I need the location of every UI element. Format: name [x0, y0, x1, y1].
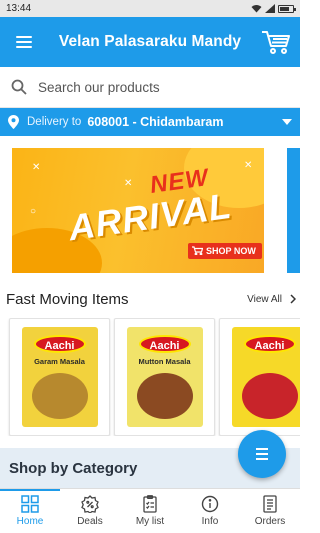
location-pin-icon	[8, 115, 19, 129]
chevron-down-icon	[274, 119, 300, 125]
hamburger-menu-icon	[16, 36, 32, 38]
cart-button[interactable]	[252, 17, 300, 67]
info-icon	[201, 495, 219, 513]
spice-photo	[31, 373, 88, 419]
product-brand: Aachi	[33, 335, 86, 353]
fast-moving-products: Aachi Garam Masala Aachi Mutton Masala A…	[0, 318, 300, 436]
sparkle-icon: ✕	[244, 160, 253, 171]
search-icon	[0, 79, 38, 95]
app-title: Velan Palasaraku Mandy	[58, 33, 242, 50]
product-name: Garam Masala	[34, 357, 85, 366]
delivery-location-bar[interactable]: Delivery to 608001 - Chidambaram	[0, 108, 300, 136]
nav-my-list-label: My list	[135, 516, 165, 527]
product-brand: Aachi	[138, 335, 191, 353]
product-image: Aachi Garam Masala	[21, 327, 98, 427]
battery-icon	[278, 4, 296, 13]
deals-badge-icon	[81, 495, 99, 513]
cart-icon	[192, 246, 203, 255]
sparkle-icon: ✕	[124, 178, 133, 189]
shop-now-label: SHOP NOW	[206, 246, 256, 256]
delivery-location: 608001 - Chidambaram	[87, 115, 224, 129]
status-bar: 13:44	[0, 0, 300, 17]
status-icons	[251, 4, 296, 13]
nav-info-label: Info	[201, 516, 219, 527]
signal-icon	[265, 4, 275, 13]
chevron-right-icon	[290, 294, 296, 304]
product-name: Mutton Masala	[138, 357, 191, 366]
delivery-prefix: Delivery to	[27, 116, 82, 128]
nav-deals-label: Deals	[77, 516, 103, 527]
grid-icon	[21, 495, 39, 513]
product-image: Aachi	[231, 327, 300, 427]
product-image: Aachi Mutton Masala	[126, 327, 203, 427]
banner-headline-arrival: ARRIVAL	[65, 184, 235, 249]
product-card[interactable]: Aachi Mutton Masala	[114, 318, 215, 436]
nav-home[interactable]: Home	[0, 489, 60, 533]
shop-by-category-title: Shop by Category	[9, 459, 138, 477]
nav-my-list[interactable]: My list	[120, 489, 180, 533]
shopping-cart-icon	[262, 31, 290, 54]
chilli-photo	[241, 373, 298, 419]
menu-button[interactable]	[0, 17, 48, 67]
nav-info[interactable]: Info	[180, 489, 240, 533]
wifi-icon	[251, 5, 262, 13]
app-bar: Velan Palasaraku Mandy	[0, 17, 300, 67]
checklist-icon	[143, 495, 157, 513]
sparkle-icon: ✕	[32, 162, 41, 173]
product-card[interactable]: Aachi Garam Masala	[9, 318, 110, 436]
list-icon	[256, 448, 268, 450]
next-banner-peek[interactable]	[287, 148, 300, 273]
nav-home-label: Home	[16, 516, 44, 527]
floating-menu-button[interactable]	[238, 430, 286, 478]
nav-deals[interactable]: Deals	[60, 489, 120, 533]
view-all-link[interactable]: View All	[247, 294, 296, 305]
status-time: 13:44	[6, 3, 32, 14]
search-input[interactable]	[38, 79, 278, 95]
product-brand: Aachi	[243, 335, 296, 353]
nav-orders-label: Orders	[254, 516, 286, 527]
promo-banner[interactable]: ✕ ✕ ✕ ○ NEW ARRIVAL SHOP NOW	[12, 148, 264, 273]
fast-moving-header: Fast Moving Items View All	[6, 287, 296, 311]
orders-icon	[263, 495, 277, 513]
sparkle-icon: ○	[30, 206, 37, 217]
view-all-label: View All	[247, 293, 282, 305]
search-bar	[0, 67, 300, 108]
shop-now-button[interactable]: SHOP NOW	[188, 243, 262, 259]
bottom-navigation: Home Deals My list Info Orders	[0, 488, 300, 533]
curry-photo	[136, 373, 193, 419]
product-card[interactable]: Aachi	[219, 318, 300, 436]
fast-moving-title: Fast Moving Items	[6, 290, 129, 308]
nav-orders[interactable]: Orders	[240, 489, 300, 533]
